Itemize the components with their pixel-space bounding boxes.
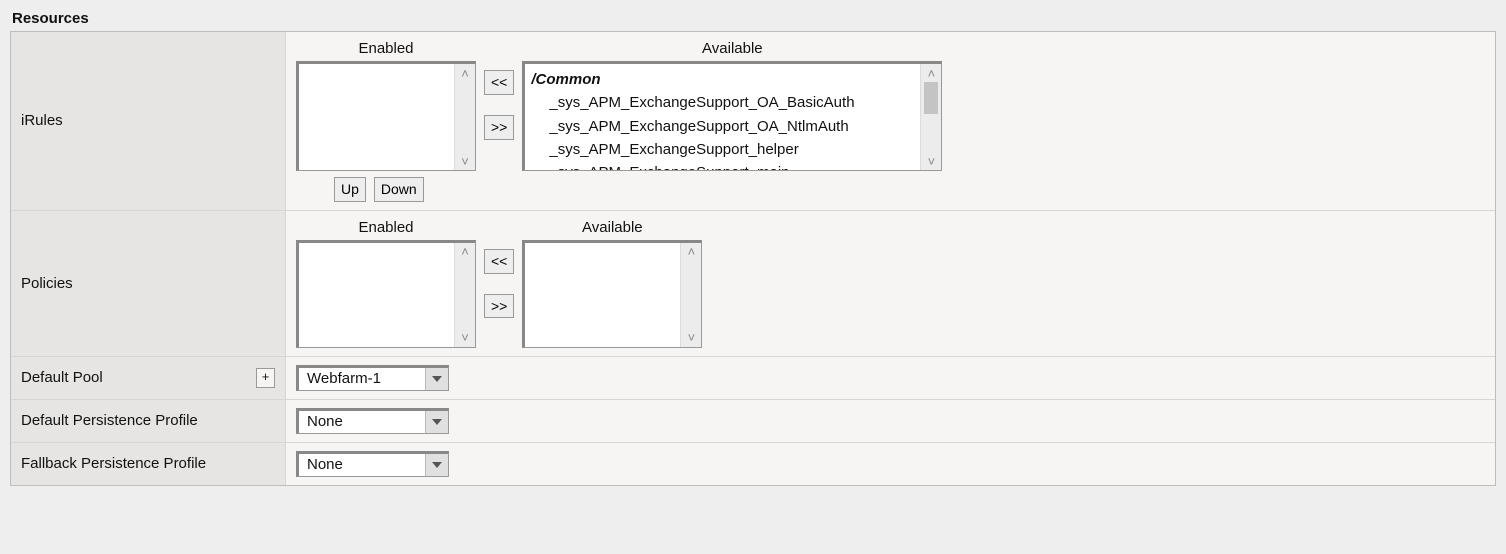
list-item[interactable]: _sys_APM_ExchangeSupport_OA_BasicAuth bbox=[531, 91, 920, 114]
irules-available-col: Available /Common _sys_APM_ExchangeSuppo… bbox=[522, 40, 942, 171]
label-policies: Policies bbox=[11, 211, 286, 356]
irules-move-buttons: << >> bbox=[484, 70, 514, 140]
label-default-persist-text: Default Persistence Profile bbox=[21, 412, 198, 429]
policies-available-col: Available ˄ ˅ bbox=[522, 219, 702, 348]
policies-enabled-content bbox=[299, 243, 454, 347]
list-item[interactable]: _sys_APM_ExchangeSupport_OA_NtlmAuth bbox=[531, 115, 920, 138]
policies-move-right-button[interactable]: >> bbox=[484, 294, 514, 319]
irules-enabled-col: Enabled ˄ ˅ bbox=[296, 40, 476, 171]
chevron-down-icon[interactable]: ˅ bbox=[921, 152, 941, 170]
section-title: Resources bbox=[12, 10, 1496, 27]
irules-enabled-listbox[interactable]: ˄ ˅ bbox=[296, 61, 476, 171]
default-persist-select-value: None bbox=[299, 411, 425, 433]
irules-enabled-scrollbar[interactable]: ˄ ˅ bbox=[454, 64, 475, 170]
default-pool-select[interactable]: Webfarm-1 bbox=[296, 365, 449, 391]
policies-enabled-col: Enabled ˄ ˅ bbox=[296, 219, 476, 348]
irules-available-partition: /Common bbox=[531, 68, 920, 91]
irules-available-scrollbar[interactable]: ˄ ˅ bbox=[920, 64, 941, 170]
label-fallback-persist-text: Fallback Persistence Profile bbox=[21, 455, 206, 472]
resources-panel: iRules Enabled ˄ ˅ bbox=[10, 31, 1496, 486]
content-fallback-persist: None bbox=[286, 443, 1495, 485]
chevron-up-icon[interactable]: ˄ bbox=[455, 64, 475, 82]
row-fallback-persist: Fallback Persistence Profile None bbox=[11, 443, 1495, 485]
irules-enabled-header: Enabled bbox=[296, 40, 476, 57]
content-default-persist: None bbox=[286, 400, 1495, 442]
default-persist-select[interactable]: None bbox=[296, 408, 449, 434]
policies-move-buttons: << >> bbox=[484, 249, 514, 319]
list-item[interactable]: _sys_APM_ExchangeSupport_main bbox=[531, 161, 920, 170]
irules-move-left-button[interactable]: << bbox=[484, 70, 514, 95]
row-irules: iRules Enabled ˄ ˅ bbox=[11, 32, 1495, 211]
content-policies: Enabled ˄ ˅ << >> Available bbox=[286, 211, 1495, 356]
row-default-pool: Default Pool + Webfarm-1 bbox=[11, 357, 1495, 400]
policies-move-left-button[interactable]: << bbox=[484, 249, 514, 274]
label-default-pool-text: Default Pool bbox=[21, 369, 103, 386]
irules-order-buttons: Up Down bbox=[334, 177, 1485, 202]
label-default-pool: Default Pool + bbox=[11, 357, 286, 399]
chevron-up-icon[interactable]: ˄ bbox=[455, 243, 475, 261]
default-pool-select-value: Webfarm-1 bbox=[299, 368, 425, 390]
irules-up-button[interactable]: Up bbox=[334, 177, 366, 202]
chevron-up-icon[interactable]: ˄ bbox=[681, 243, 701, 261]
policies-available-scrollbar[interactable]: ˄ ˅ bbox=[680, 243, 701, 347]
chevron-down-icon[interactable]: ˅ bbox=[681, 329, 701, 347]
label-default-persist: Default Persistence Profile bbox=[11, 400, 286, 442]
label-irules-text: iRules bbox=[21, 112, 63, 129]
irules-down-button[interactable]: Down bbox=[374, 177, 424, 202]
policies-available-content bbox=[525, 243, 680, 347]
policies-available-listbox[interactable]: ˄ ˅ bbox=[522, 240, 702, 348]
add-pool-button[interactable]: + bbox=[256, 368, 275, 388]
chevron-down-icon[interactable]: ˅ bbox=[455, 329, 475, 347]
irules-available-header: Available bbox=[522, 40, 942, 57]
chevron-down-icon[interactable]: ˅ bbox=[455, 152, 475, 170]
policies-enabled-listbox[interactable]: ˄ ˅ bbox=[296, 240, 476, 348]
chevron-down-icon[interactable] bbox=[425, 368, 448, 390]
irules-available-content: /Common _sys_APM_ExchangeSupport_OA_Basi… bbox=[525, 64, 920, 170]
list-item[interactable]: _sys_APM_ExchangeSupport_helper bbox=[531, 138, 920, 161]
fallback-persist-select-value: None bbox=[299, 454, 425, 476]
label-fallback-persist: Fallback Persistence Profile bbox=[11, 443, 286, 485]
policies-available-header: Available bbox=[522, 219, 702, 236]
label-policies-text: Policies bbox=[21, 275, 73, 292]
label-irules: iRules bbox=[11, 32, 286, 210]
chevron-down-icon[interactable] bbox=[425, 411, 448, 433]
fallback-persist-select[interactable]: None bbox=[296, 451, 449, 477]
row-policies: Policies Enabled ˄ ˅ << bbox=[11, 211, 1495, 357]
row-default-persist: Default Persistence Profile None bbox=[11, 400, 1495, 443]
policies-enabled-header: Enabled bbox=[296, 219, 476, 236]
irules-enabled-content bbox=[299, 64, 454, 170]
scroll-thumb[interactable] bbox=[924, 82, 938, 114]
policies-enabled-scrollbar[interactable]: ˄ ˅ bbox=[454, 243, 475, 347]
content-default-pool: Webfarm-1 bbox=[286, 357, 1495, 399]
irules-move-right-button[interactable]: >> bbox=[484, 115, 514, 140]
chevron-up-icon[interactable]: ˄ bbox=[921, 64, 941, 82]
content-irules: Enabled ˄ ˅ << >> bbox=[286, 32, 1495, 210]
irules-available-listbox[interactable]: /Common _sys_APM_ExchangeSupport_OA_Basi… bbox=[522, 61, 942, 171]
chevron-down-icon[interactable] bbox=[425, 454, 448, 476]
